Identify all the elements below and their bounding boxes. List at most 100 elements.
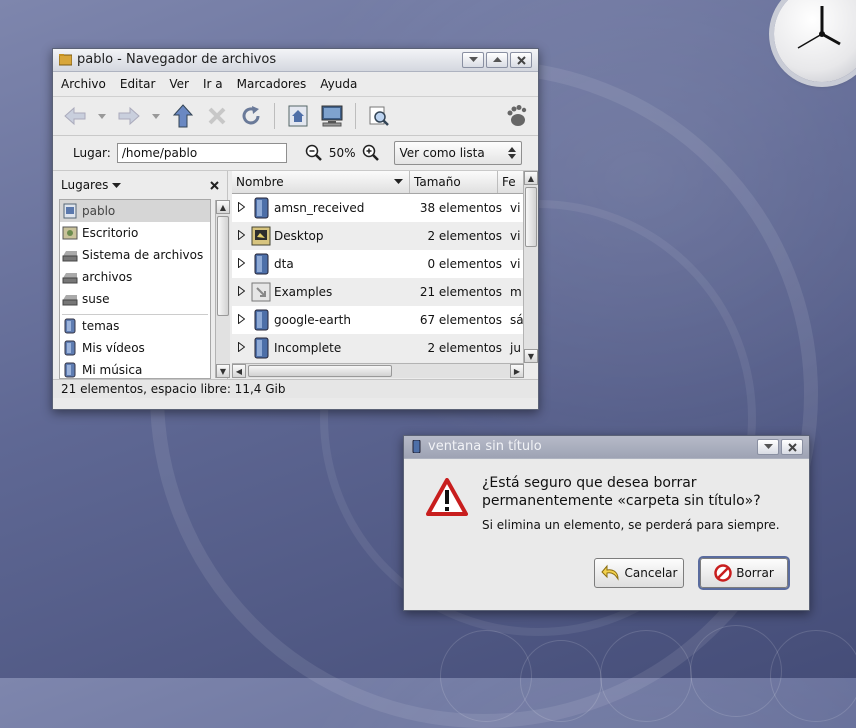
sidebar-item-suse[interactable]: suse bbox=[60, 288, 210, 310]
file-date: vi bbox=[510, 201, 521, 215]
back-history-button[interactable] bbox=[95, 102, 109, 130]
menu-ver[interactable]: Ver bbox=[169, 77, 189, 91]
forward-icon bbox=[118, 106, 140, 126]
expander-icon[interactable] bbox=[232, 285, 250, 299]
menu-marcadores[interactable]: Marcadores bbox=[237, 77, 307, 91]
close-button[interactable] bbox=[510, 52, 532, 68]
back-button[interactable] bbox=[61, 102, 89, 130]
expander-icon[interactable] bbox=[232, 313, 250, 327]
expander-icon[interactable] bbox=[232, 201, 250, 215]
menu-bar: Archivo Editar Ver Ir a Marcadores Ayuda bbox=[53, 72, 538, 97]
file-list-vscrollbar[interactable]: ▲ ▼ bbox=[523, 171, 538, 363]
warning-icon bbox=[426, 478, 468, 516]
computer-button[interactable] bbox=[318, 102, 346, 130]
sidebar-item-archivos[interactable]: archivos bbox=[60, 266, 210, 288]
menu-editar[interactable]: Editar bbox=[120, 77, 156, 91]
file-size: 21 elementos bbox=[419, 285, 502, 299]
clock-icon[interactable] bbox=[774, 0, 856, 82]
file-date: sá bbox=[510, 313, 524, 327]
title-bar[interactable]: pablo - Navegador de archivos bbox=[53, 49, 538, 72]
scroll-right-button[interactable]: ▶ bbox=[510, 364, 524, 378]
window-menu-button[interactable] bbox=[462, 52, 484, 68]
sidebar-type-select[interactable]: Lugares bbox=[61, 178, 122, 192]
scroll-up-button[interactable]: ▲ bbox=[524, 171, 538, 185]
folder-icon bbox=[254, 309, 269, 331]
file-list: amsn_received 38 elementos vi Desktop 2 … bbox=[232, 194, 524, 362]
up-button[interactable] bbox=[169, 102, 197, 130]
expander-icon bbox=[237, 341, 245, 352]
table-row[interactable]: amsn_received 38 elementos vi bbox=[232, 194, 524, 222]
places-list: pablo Escritorio Sistema de archivos arc… bbox=[59, 199, 211, 379]
table-row[interactable]: dta 0 elementos vi bbox=[232, 250, 524, 278]
scroll-left-button[interactable]: ◀ bbox=[232, 364, 246, 378]
minimize-button[interactable] bbox=[486, 52, 508, 68]
chevron-down-icon bbox=[763, 444, 773, 449]
expander-icon[interactable] bbox=[232, 257, 250, 271]
drive-icon bbox=[62, 273, 78, 284]
sidebar-item-escritorio[interactable]: Escritorio bbox=[60, 222, 210, 244]
expander-icon bbox=[237, 313, 245, 324]
sidebar-item-mis-videos[interactable]: Mis vídeos bbox=[60, 337, 210, 359]
close-icon[interactable] bbox=[210, 181, 219, 190]
close-button[interactable] bbox=[781, 439, 803, 455]
table-row[interactable]: google-earth 67 elementos sá bbox=[232, 306, 524, 334]
toolbar-separator bbox=[274, 103, 275, 129]
file-name: Incomplete bbox=[274, 341, 342, 355]
expander-icon[interactable] bbox=[232, 341, 250, 355]
wallpaper-bubble bbox=[520, 640, 602, 722]
sidebar-item-pablo[interactable]: pablo bbox=[60, 200, 210, 222]
sidebar: Lugares pablo Escritorio Sistema de arch… bbox=[53, 171, 230, 379]
location-label: Lugar: bbox=[73, 146, 111, 160]
close-icon bbox=[516, 55, 526, 65]
menu-archivo[interactable]: Archivo bbox=[61, 77, 106, 91]
cancel-button[interactable]: Cancelar bbox=[594, 558, 684, 588]
scroll-thumb[interactable] bbox=[248, 365, 392, 377]
expander-icon bbox=[237, 229, 245, 240]
file-list-hscrollbar[interactable]: ◀ ▶ bbox=[232, 363, 524, 378]
updown-arrow-icon bbox=[507, 147, 516, 159]
sidebar-item-label: Escritorio bbox=[82, 226, 139, 240]
file-date: m bbox=[510, 285, 522, 299]
sidebar-header: Lugares bbox=[53, 171, 227, 199]
column-header-label: Fe bbox=[502, 175, 516, 189]
location-input[interactable]: /home/pablo bbox=[116, 143, 287, 163]
table-row[interactable]: Examples 21 elementos m bbox=[232, 278, 524, 306]
dialog-title-bar[interactable]: ventana sin título bbox=[404, 436, 809, 459]
zoom-in-icon[interactable] bbox=[362, 144, 380, 162]
column-header-tamano[interactable]: Tamaño bbox=[410, 171, 498, 193]
dialog-message: Si elimina un elemento, se perderá para … bbox=[482, 518, 780, 532]
scroll-thumb[interactable] bbox=[525, 187, 537, 247]
menu-ayuda[interactable]: Ayuda bbox=[320, 77, 357, 91]
search-button[interactable] bbox=[365, 102, 393, 130]
home-button[interactable] bbox=[284, 102, 312, 130]
table-row[interactable]: Desktop 2 elementos vi bbox=[232, 222, 524, 250]
column-header-fecha[interactable]: Fe bbox=[498, 171, 524, 193]
wallpaper-bubble bbox=[600, 630, 692, 722]
expander-icon bbox=[237, 257, 245, 268]
expander-icon[interactable] bbox=[232, 229, 250, 243]
folder-icon bbox=[64, 340, 76, 356]
drive-icon bbox=[62, 251, 78, 262]
stop-button[interactable] bbox=[203, 102, 231, 130]
forward-button[interactable] bbox=[115, 102, 143, 130]
sidebar-item-mi-musica[interactable]: Mi música bbox=[60, 359, 210, 378]
delete-button[interactable]: Borrar bbox=[700, 558, 788, 588]
table-row[interactable]: Incomplete 2 elementos ju bbox=[232, 334, 524, 362]
reload-button[interactable] bbox=[237, 102, 265, 130]
column-header-nombre[interactable]: Nombre bbox=[232, 171, 410, 193]
sidebar-item-temas[interactable]: temas bbox=[60, 315, 210, 337]
sidebar-item-sistema-de-archivos[interactable]: Sistema de archivos bbox=[60, 244, 210, 266]
forward-history-button[interactable] bbox=[149, 102, 163, 130]
view-mode-select[interactable]: Ver como lista bbox=[393, 141, 522, 165]
gnome-foot-button[interactable] bbox=[502, 102, 530, 130]
search-icon bbox=[369, 106, 389, 126]
foot-icon bbox=[507, 105, 527, 126]
file-size: 2 elementos bbox=[427, 341, 502, 355]
menu-ir-a[interactable]: Ir a bbox=[203, 77, 223, 91]
location-bar: Lugar: /home/pablo 50% Ver como lista bbox=[53, 136, 538, 171]
zoom-level[interactable]: 50% bbox=[329, 146, 356, 160]
scroll-down-button[interactable]: ▼ bbox=[524, 349, 538, 363]
window-menu-button[interactable] bbox=[757, 439, 779, 455]
zoom-out-icon[interactable] bbox=[305, 144, 323, 162]
chevron-down-icon bbox=[98, 113, 106, 119]
